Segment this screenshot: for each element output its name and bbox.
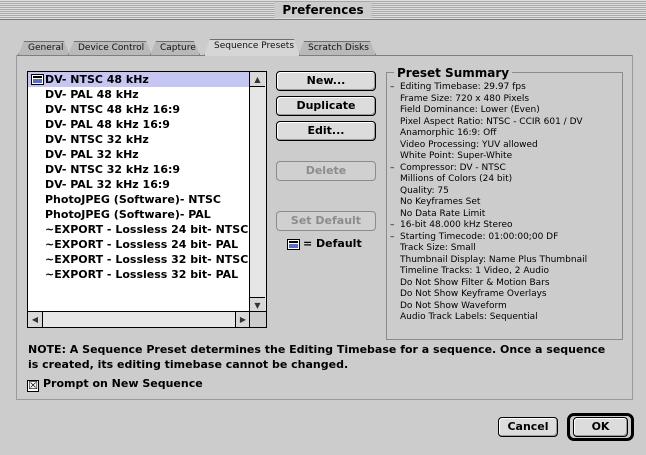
title-bar[interactable]: Preferences [0, 0, 646, 20]
note-text: NOTE: A Sequence Preset determines the E… [28, 343, 606, 371]
list-item-preset[interactable]: PhotoJPEG (Software)- PAL [28, 207, 250, 222]
summary-line: No Data Rate Limit [400, 208, 486, 219]
preset-summary: Preset Summary Editing Timebase: 29.97 f… [386, 67, 623, 340]
summary-line: White Point: Super-White [400, 151, 513, 161]
summary-line: Track Size: Small [400, 243, 476, 253]
scroll-up-icon[interactable]: ▲ [250, 72, 265, 87]
preset-summary-lines: Editing Timebase: 29.97 fps Frame Size: … [390, 82, 587, 324]
set-default-button[interactable]: Set Default [276, 211, 376, 231]
prompt-on-new-sequence[interactable]: ☒ Prompt on New Sequence [27, 377, 203, 392]
tab-scratch-disks[interactable]: Scratch Disks [298, 41, 376, 55]
duplicate-button[interactable]: Duplicate [276, 96, 376, 116]
prompt-checkbox[interactable]: ☒ [27, 380, 39, 392]
summary-line: Do Not Show Waveform [400, 300, 507, 311]
tab-device-control[interactable]: Device Control [68, 41, 152, 55]
tab-capture[interactable]: Capture [150, 41, 200, 55]
scroll-left-icon[interactable]: ◀ [28, 312, 43, 327]
vertical-scrollbar[interactable]: ▲ ▼ [249, 72, 266, 312]
list-item-preset[interactable]: DV- NTSC 48 kHz 16:9 [28, 102, 250, 117]
ok-button[interactable]: OK [573, 417, 628, 437]
default-legend: = Default [287, 237, 362, 250]
summary-line: Millions of Colors (24 bit) [400, 174, 513, 184]
summary-line: Field Dominance: Lower (Even) [400, 105, 540, 115]
tab-sequence-presets[interactable]: Sequence Presets [204, 39, 300, 56]
summary-line: Video Processing: YUV allowed [400, 139, 538, 150]
summary-line: Audio Track Labels: Sequential [400, 312, 538, 322]
tab-general[interactable]: General [18, 41, 70, 55]
window-title: Preferences [274, 2, 372, 18]
list-item-preset[interactable]: DV- NTSC 32 kHz 16:9 [28, 162, 250, 177]
default-preset-icon [287, 238, 300, 250]
list-item-preset[interactable]: ~EXPORT - Lossless 32 bit- PAL [28, 267, 250, 282]
default-legend-label: = Default [303, 237, 362, 250]
list-item-preset[interactable]: ~EXPORT - Lossless 24 bit- NTSC [28, 222, 250, 237]
default-preset-icon [31, 74, 44, 85]
horizontal-scrollbar[interactable]: ◀ ▶ [28, 311, 250, 327]
preset-list[interactable]: DV- NTSC 48 kHz DV- PAL 48 kHz DV- NTSC … [27, 71, 267, 328]
summary-line: Thumbnail Display: Name Plus Thumbnail [400, 254, 588, 265]
list-item-preset[interactable]: DV- PAL 48 kHz [28, 87, 250, 102]
summary-line: Quality: 75 [400, 185, 449, 196]
summary-line: Frame Size: 720 x 480 Pixels [400, 93, 530, 104]
list-item-preset[interactable]: DV- NTSC 48 kHz [28, 72, 250, 87]
list-item-preset[interactable]: DV- PAL 48 kHz 16:9 [28, 117, 250, 132]
list-item-preset[interactable]: ~EXPORT - Lossless 24 bit- PAL [28, 237, 250, 252]
summary-line: No Keyframes Set [400, 197, 481, 207]
new-button[interactable]: New... [276, 71, 376, 91]
list-item-preset[interactable]: ~EXPORT - Lossless 32 bit- NTSC [28, 252, 250, 267]
summary-line: Do Not Show Filter & Motion Bars [400, 277, 550, 288]
preset-list-items: DV- NTSC 48 kHz DV- PAL 48 kHz DV- NTSC … [28, 72, 250, 312]
summary-line: Do Not Show Keyframe Overlays [400, 289, 547, 299]
preset-summary-title: Preset Summary [394, 67, 513, 80]
summary-line: Timeline Tracks: 1 Video, 2 Audio [400, 266, 549, 276]
list-item-preset[interactable]: DV- PAL 32 kHz 16:9 [28, 177, 250, 192]
list-item-preset[interactable]: PhotoJPEG (Software)- NTSC [28, 192, 250, 207]
summary-line: Anamorphic 16:9: Off [400, 128, 497, 138]
summary-line: Pixel Aspect Ratio: NTSC - CCIR 601 / DV [400, 116, 583, 127]
summary-line: Editing Timebase: 29.97 fps [390, 82, 587, 94]
delete-button[interactable]: Delete [276, 161, 376, 181]
list-item-preset[interactable]: DV- NTSC 32 kHz [28, 132, 250, 147]
prompt-checkbox-label: Prompt on New Sequence [43, 377, 203, 390]
summary-line: 16-bit 48.000 kHz Stereo [390, 220, 587, 232]
scroll-right-icon[interactable]: ▶ [235, 312, 250, 327]
scroll-down-icon[interactable]: ▼ [250, 297, 265, 312]
summary-line: Starting Timecode: 01:00:00;00 DF [390, 232, 587, 244]
edit-button[interactable]: Edit... [276, 121, 376, 141]
summary-line: Compressor: DV - NTSC [390, 163, 587, 175]
list-item-preset[interactable]: DV- PAL 32 kHz [28, 147, 250, 162]
cancel-button[interactable]: Cancel [498, 417, 558, 437]
scrollbar-corner [249, 311, 266, 327]
